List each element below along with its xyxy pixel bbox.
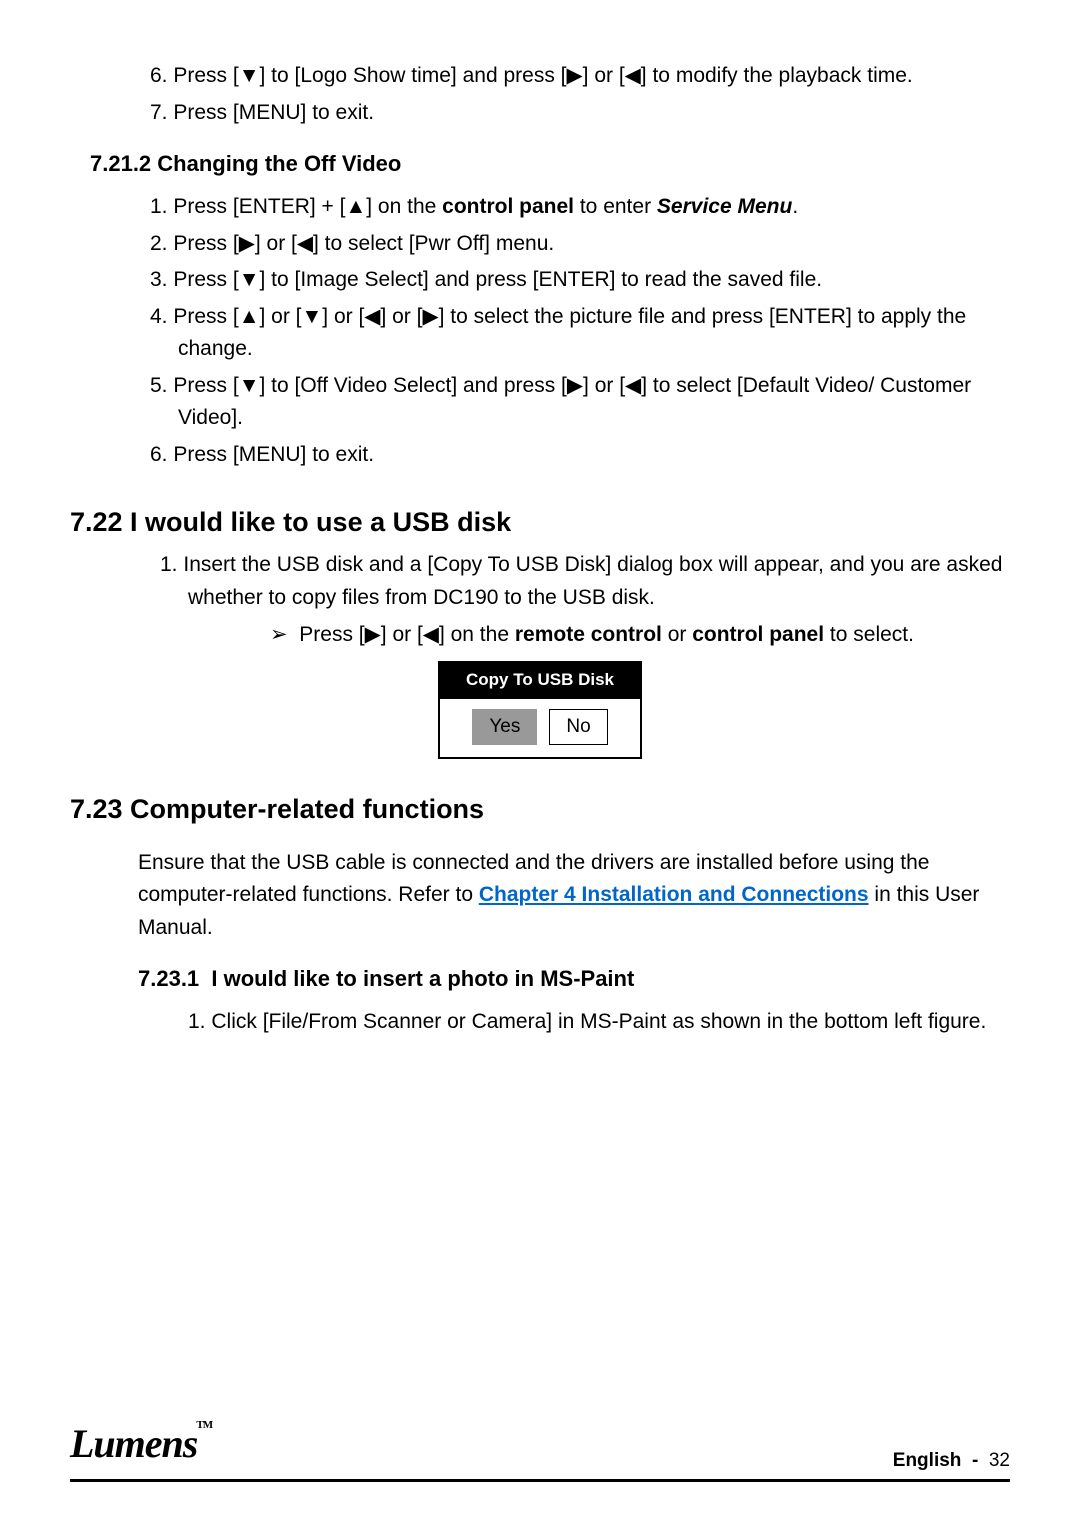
dialog-body: Yes No — [440, 699, 640, 756]
no-button[interactable]: No — [549, 709, 607, 744]
step-text: Press [MENU] to exit. — [173, 101, 374, 124]
step-1: 1. Click [File/From Scanner or Camera] i… — [188, 1006, 1010, 1039]
step-4: 4. Press [▲] or [▼] or [◀] or [▶] to sel… — [150, 301, 1010, 366]
step-7: 7. Press [MENU] to exit. — [150, 97, 1010, 130]
step-number: 5. — [150, 374, 168, 397]
step-2: 2. Press [▶] or [◀] to select [Pwr Off] … — [150, 228, 1010, 261]
steps-7-21-2: 1. Press [ENTER] + [▲] on the control pa… — [70, 191, 1010, 471]
sub-bullet: ➢ Press [▶] or [◀] on the remote control… — [270, 619, 1010, 652]
step-3: 3. Press [▼] to [Image Select] and press… — [150, 264, 1010, 297]
step-5: 5. Press [▼] to [Off Video Select] and p… — [150, 370, 1010, 435]
step-1: 1. Insert the USB disk and a [Copy To US… — [160, 549, 1010, 614]
step-1: 1. Press [ENTER] + [▲] on the control pa… — [150, 191, 1010, 224]
section-heading-7-23: 7.23 Computer-related functions — [70, 789, 1010, 831]
chapter-4-link[interactable]: Chapter 4 Installation and Connections — [479, 883, 869, 906]
footer-page-info: English - 32 — [893, 1446, 1010, 1475]
step-number: 3. — [150, 268, 168, 291]
yes-button[interactable]: Yes — [472, 709, 537, 744]
subsection-heading-7-21-2: 7.21.2 Changing the Off Video — [90, 147, 1010, 181]
tm-icon: TM — [196, 1419, 212, 1431]
step-number: 6. — [150, 64, 168, 87]
step-text: Press [▼] to [Logo Show time] and press … — [173, 64, 912, 87]
step-number: 1. — [160, 553, 178, 576]
step-number: 6. — [150, 443, 168, 466]
page-footer: LumensTM English - 32 — [70, 1413, 1010, 1482]
subsection-heading-7-23-1: 7.23.1 I would like to insert a photo in… — [138, 962, 1010, 996]
dialog-title: Copy To USB Disk — [440, 663, 640, 699]
steps-7-22: 1. Insert the USB disk and a [Copy To US… — [70, 549, 1010, 614]
paragraph-7-23: Ensure that the USB cable is connected a… — [138, 847, 1010, 945]
step-number: 2. — [150, 232, 168, 255]
lumens-logo: LumensTM — [70, 1413, 213, 1475]
step-number: 1. — [188, 1010, 206, 1033]
step-number: 7. — [150, 101, 168, 124]
step-number: 4. — [150, 305, 168, 328]
steps-7-23-1: 1. Click [File/From Scanner or Camera] i… — [70, 1006, 1010, 1039]
arrow-icon: ➢ — [270, 623, 288, 646]
step-number: 1. — [150, 195, 168, 218]
step-6: 6. Press [▼] to [Logo Show time] and pre… — [150, 60, 1010, 93]
copy-to-usb-dialog: Copy To USB Disk Yes No — [438, 661, 642, 759]
continued-steps-list: 6. Press [▼] to [Logo Show time] and pre… — [70, 60, 1010, 129]
step-6: 6. Press [MENU] to exit. — [150, 439, 1010, 472]
section-heading-7-22: 7.22 I would like to use a USB disk — [70, 502, 1010, 544]
